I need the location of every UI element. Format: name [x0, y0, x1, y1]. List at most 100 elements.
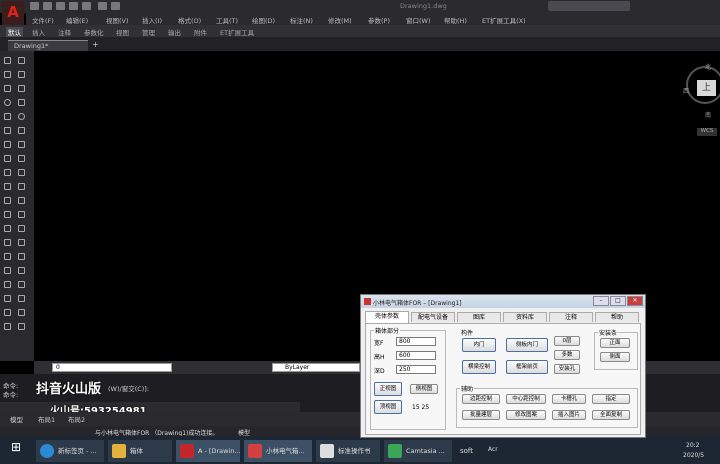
revcloud-icon[interactable]	[18, 99, 25, 106]
tray-ime[interactable]: Acr	[488, 446, 498, 453]
batch-layer-button[interactable]: 批量建层	[462, 410, 500, 420]
viewcube-north[interactable]: 北	[705, 62, 711, 71]
tab-shell-params[interactable]: 壳体参数	[365, 311, 409, 323]
join-icon[interactable]	[18, 239, 25, 246]
insert-image-button[interactable]: 插入图片	[552, 410, 586, 420]
tab-resources[interactable]: 资料库	[503, 312, 547, 322]
redo-icon[interactable]	[111, 2, 120, 10]
frame-page-button[interactable]: 框架前页	[506, 360, 548, 374]
menu-parameters[interactable]: 参数(P)	[368, 15, 390, 25]
break-icon[interactable]	[4, 239, 11, 246]
new-file-icon[interactable]	[30, 2, 39, 10]
save-icon[interactable]	[56, 2, 65, 10]
height-input[interactable]: 600	[396, 351, 436, 360]
save-as-icon[interactable]	[69, 2, 78, 10]
specify-button[interactable]: 指定	[592, 394, 630, 404]
menu-dimension[interactable]: 标注(N)	[290, 15, 313, 25]
undo-icon[interactable]	[98, 2, 107, 10]
menu-file[interactable]: 文件(F)	[32, 15, 54, 25]
linetype-dropdown[interactable]: ByLayer	[272, 363, 360, 372]
depth-input[interactable]: 250	[396, 365, 436, 374]
menu-modify[interactable]: 修改(M)	[328, 15, 352, 25]
layer-dropdown[interactable]: 0	[52, 363, 172, 372]
tab-layout1[interactable]: 布局1	[38, 414, 55, 424]
taskbar-plugin[interactable]: 小林电气箱...	[244, 440, 312, 462]
line-icon[interactable]	[4, 57, 11, 64]
inner-door-button[interactable]: 内门	[462, 338, 496, 352]
tab-model[interactable]: 模型	[10, 414, 23, 424]
measure-icon[interactable]	[18, 309, 25, 316]
autocad-logo-icon[interactable]: A	[2, 1, 24, 25]
menu-draw[interactable]: 绘图(D)	[252, 15, 275, 25]
menu-view[interactable]: 视图(V)	[106, 15, 129, 25]
print-icon[interactable]	[82, 2, 91, 10]
side-inner-door-button[interactable]: 侧板内门	[506, 338, 548, 352]
ribbon-tab-home[interactable]: 默认	[6, 27, 23, 37]
menu-help[interactable]: 帮助(H)	[444, 15, 467, 25]
block-icon[interactable]	[4, 127, 11, 134]
tab-drawing1[interactable]: Drawing1*	[8, 40, 88, 51]
offset-icon[interactable]	[18, 183, 25, 190]
ribbon-tab-insert[interactable]: 插入	[32, 27, 45, 37]
menu-tools[interactable]: 工具(T)	[216, 15, 238, 25]
search-input[interactable]	[548, 1, 630, 11]
slot-hole-button[interactable]: 卡槽孔	[552, 394, 586, 404]
region-icon[interactable]	[4, 155, 11, 162]
move-icon[interactable]	[4, 169, 11, 176]
scale-icon[interactable]	[4, 211, 11, 218]
group-icon[interactable]	[18, 323, 25, 330]
ribbon-tab-output[interactable]: 输出	[168, 27, 181, 37]
construction-line-icon[interactable]	[18, 57, 25, 64]
clock-time[interactable]: 20:2	[686, 442, 699, 449]
taskbar-folder[interactable]: 箱体	[108, 440, 172, 462]
wcs-menu[interactable]: WCS	[697, 128, 717, 136]
text-icon[interactable]	[4, 281, 11, 288]
tab-electrical[interactable]: 配电气设备	[411, 312, 455, 322]
beam-control-button[interactable]: 横梁控制	[462, 360, 496, 374]
top-view-button[interactable]: 顶视图	[374, 400, 402, 414]
point-icon[interactable]	[18, 127, 25, 134]
tab-library[interactable]: 图库	[457, 312, 501, 322]
trim-icon[interactable]	[4, 225, 11, 232]
dimension-icon[interactable]	[18, 281, 25, 288]
open-file-icon[interactable]	[43, 2, 52, 10]
menu-insert[interactable]: 插入(I)	[142, 15, 162, 25]
width-input[interactable]: 800	[396, 337, 436, 346]
new-tab-button[interactable]: +	[92, 40, 99, 49]
ribbon-tab-annotate[interactable]: 注释	[58, 27, 71, 37]
ribbon-tab-manage[interactable]: 管理	[142, 27, 155, 37]
viewcube-south[interactable]: 南	[705, 110, 711, 119]
margin-control-button[interactable]: 边距控制	[462, 394, 500, 404]
modify-pattern-button[interactable]: 修改图案	[506, 410, 546, 420]
extend-icon[interactable]	[18, 225, 25, 232]
fillet-icon[interactable]	[18, 253, 25, 260]
menu-window[interactable]: 窗口(W)	[406, 15, 431, 25]
tray-soft[interactable]: soft	[460, 447, 473, 455]
tab-help[interactable]: 帮助	[595, 312, 639, 322]
viewcube-top-face[interactable]: 上	[697, 80, 716, 96]
copy-icon[interactable]	[18, 169, 25, 176]
minimize-button[interactable]: –	[593, 296, 609, 306]
array-icon[interactable]	[4, 197, 11, 204]
maximize-button[interactable]: □	[610, 296, 626, 306]
circle-icon[interactable]	[4, 99, 11, 106]
taskbar-doc[interactable]: 标准操作书	[316, 440, 380, 462]
menu-et-tools[interactable]: ET扩展工具(X)	[482, 15, 526, 25]
clock-date[interactable]: 2020/5	[683, 452, 704, 459]
menu-edit[interactable]: 编辑(E)	[66, 15, 88, 25]
erase-icon[interactable]	[18, 267, 25, 274]
close-button[interactable]: ✕	[627, 296, 643, 306]
taskbar-autocad[interactable]: A - [Drawin...	[176, 440, 240, 462]
menu-format[interactable]: 格式(O)	[178, 15, 201, 25]
center-distance-button[interactable]: 中心距控制	[506, 394, 546, 404]
explode-icon[interactable]	[4, 267, 11, 274]
front-view-button[interactable]: 正视图	[374, 382, 402, 396]
mirror-icon[interactable]	[4, 183, 11, 190]
multiple-button[interactable]: 多数	[554, 350, 580, 360]
spline-icon[interactable]	[4, 113, 11, 120]
rotate-icon[interactable]	[18, 197, 25, 204]
table-icon[interactable]	[18, 155, 25, 162]
hatch-icon[interactable]	[4, 141, 11, 148]
tab-notes[interactable]: 注释	[549, 312, 593, 322]
ribbon-tab-et-tools[interactable]: ET扩展工具	[220, 27, 254, 37]
